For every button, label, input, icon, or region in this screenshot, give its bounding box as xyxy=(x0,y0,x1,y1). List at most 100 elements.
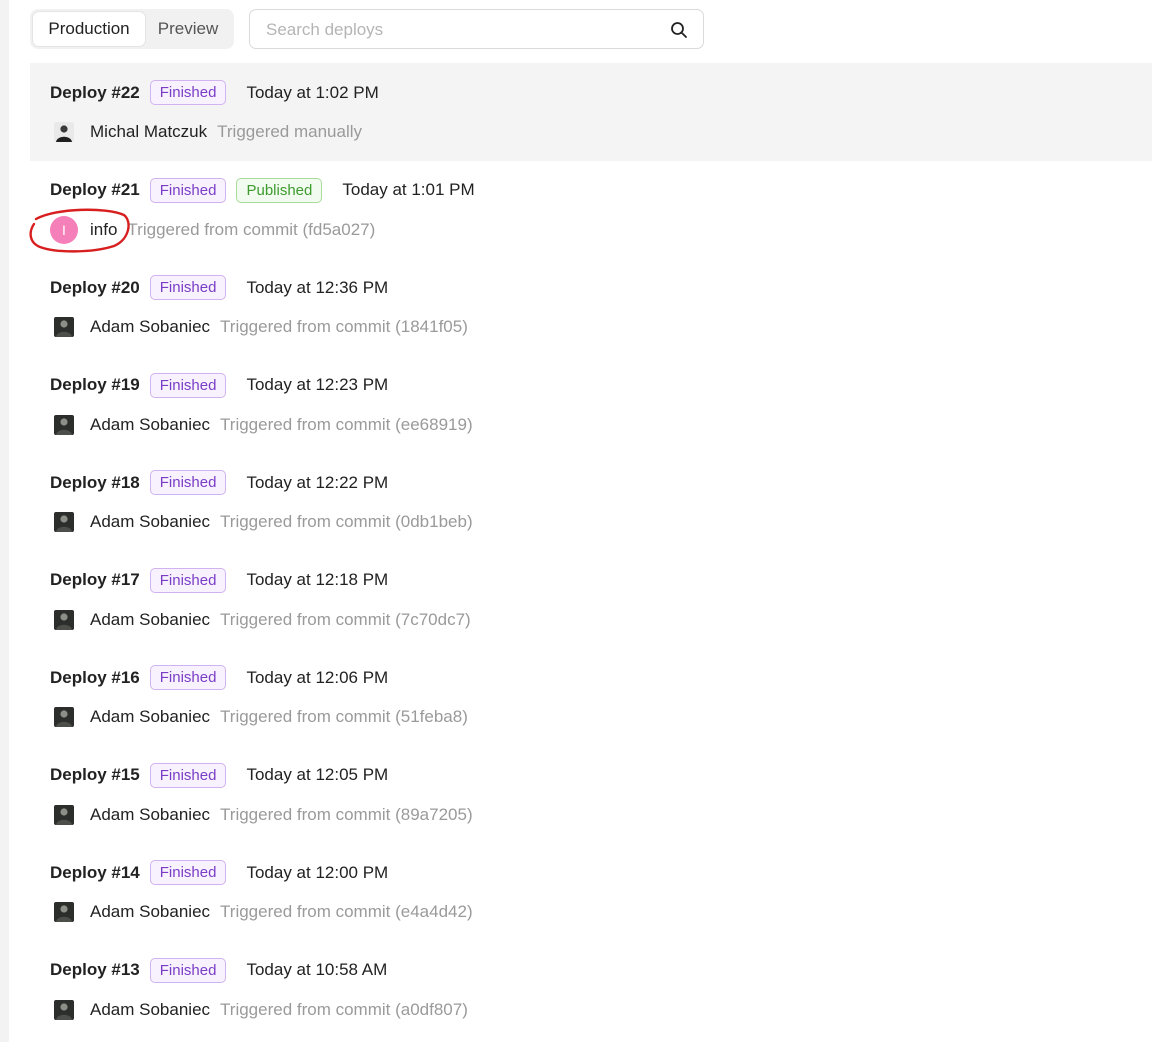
deploy-trigger: Triggered from commit (0db1beb) xyxy=(220,512,473,531)
deploy-row[interactable]: Deploy #14 Finished Today at 12:00 PM Adam … xyxy=(30,843,1152,941)
deploy-meta: Adam Sobaniec Triggered from commit (ee68… xyxy=(50,411,473,439)
deploy-header: Deploy #22 Finished Today at 1:02 PM xyxy=(50,79,379,106)
deploy-title[interactable]: Deploy #14 xyxy=(50,863,140,883)
status-badge-finished: Finished xyxy=(149,860,227,885)
deploy-row[interactable]: Deploy #22 Finished Today at 1:02 PM Michal… xyxy=(30,63,1152,161)
deploy-header: Deploy #15 Finished Today at 12:05 PM xyxy=(50,762,388,789)
deploy-trigger: Triggered from commit (ee68919) xyxy=(220,414,473,434)
deploy-time: Today at 10:58 AM xyxy=(246,960,388,979)
deploy-author: Adam Sobaniec xyxy=(90,999,211,1019)
deploy-row[interactable]: Deploy #19 Finished Today at 12:23 PM Adam … xyxy=(30,356,1152,454)
deploy-meta: Adam Sobaniec Triggered from commit (e4a4… xyxy=(50,898,473,926)
deploy-trigger: Triggered from commit (fd5a027) xyxy=(127,219,376,239)
deploy-time: Today at 12:23 PM xyxy=(246,375,389,394)
deploy-title[interactable]: Deploy #22 xyxy=(50,83,140,103)
search-input[interactable] xyxy=(264,18,658,42)
deploy-author: Adam Sobaniec xyxy=(90,609,211,629)
status-badge-finished: Finished xyxy=(149,80,227,105)
search-icon[interactable] xyxy=(669,20,689,40)
avatar-photo-icon xyxy=(54,317,74,337)
left-gutter xyxy=(0,0,9,1042)
deploy-trigger: Triggered manually xyxy=(217,122,363,141)
avatar-photo-icon xyxy=(54,999,74,1020)
deploy-meta: Iinfo Triggered from commit (fd5a027) xyxy=(50,215,376,244)
status-badge-finished: Finished xyxy=(149,177,227,203)
deploy-title[interactable]: Deploy #21 xyxy=(50,180,140,200)
avatar xyxy=(50,508,78,536)
status-badge-finished: Finished xyxy=(149,665,227,690)
deploy-title[interactable]: Deploy #13 xyxy=(50,960,140,980)
deploy-header: Deploy #13 Finished Today at 10:58 AM xyxy=(50,957,387,984)
deploy-header: Deploy #21 Finished Published Today at 1:01… xyxy=(50,177,475,204)
avatar-photo-icon xyxy=(54,707,74,727)
avatar xyxy=(50,898,78,926)
avatar xyxy=(50,313,78,341)
deploy-header: Deploy #18 Finished Today at 12:22 PM xyxy=(50,469,388,496)
deploy-author: info xyxy=(90,219,118,239)
avatar xyxy=(50,996,78,1024)
deploy-meta: Adam Sobaniec Triggered from commit (0db1… xyxy=(50,508,473,536)
avatar-photo-icon xyxy=(54,609,74,630)
deploy-title[interactable]: Deploy #19 xyxy=(50,375,140,395)
deploy-meta: Michal Matczuk Triggered manually xyxy=(50,118,362,146)
deploy-row[interactable]: Deploy #16 Finished Today at 12:06 PM Adam … xyxy=(30,648,1152,746)
deploy-meta: Adam Sobaniec Triggered from commit (7c70… xyxy=(50,606,471,634)
deploy-row[interactable]: Deploy #17 Finished Today at 12:18 PM Adam … xyxy=(30,551,1152,649)
deploy-title[interactable]: Deploy #16 xyxy=(50,668,140,688)
deploy-header: Deploy #19 Finished Today at 12:23 PM xyxy=(50,372,388,399)
deploy-author: Adam Sobaniec xyxy=(90,902,211,921)
deploy-author: Adam Sobaniec xyxy=(90,804,211,824)
avatar-photo-icon xyxy=(54,512,74,532)
deploy-row[interactable]: Deploy #18 Finished Today at 12:22 PM Adam … xyxy=(30,453,1152,551)
deploy-author: Adam Sobaniec xyxy=(90,512,211,531)
deploy-author: Adam Sobaniec xyxy=(90,317,211,336)
deploy-header: Deploy #14 Finished Today at 12:00 PM xyxy=(50,859,388,886)
deploy-title[interactable]: Deploy #18 xyxy=(50,473,140,493)
tab-preview[interactable]: Preview xyxy=(145,12,231,46)
avatar xyxy=(50,118,78,146)
avatar-photo-icon xyxy=(54,804,74,825)
deploy-time: Today at 12:18 PM xyxy=(246,570,389,589)
avatar xyxy=(50,703,78,731)
deploy-time: Today at 1:01 PM xyxy=(342,180,475,199)
avatar-initial: I xyxy=(50,215,78,244)
deploy-title[interactable]: Deploy #20 xyxy=(50,278,140,298)
status-badge-published: Published xyxy=(236,177,323,203)
deploy-time: Today at 12:36 PM xyxy=(246,277,389,297)
avatar xyxy=(50,411,78,439)
deploy-author: Adam Sobaniec xyxy=(90,414,211,434)
avatar-photo-icon xyxy=(54,902,74,922)
deploy-trigger: Triggered from commit (e4a4d42) xyxy=(220,902,473,921)
deploy-row[interactable]: Deploy #15 Finished Today at 12:05 PM Adam … xyxy=(30,746,1152,844)
avatar xyxy=(50,606,78,634)
avatar xyxy=(50,801,78,829)
avatar-photo-icon xyxy=(54,414,74,435)
deploy-trigger: Triggered from commit (51feba8) xyxy=(220,707,468,726)
status-badge-finished: Finished xyxy=(149,372,227,398)
deploy-meta: Adam Sobaniec Triggered from commit (1841… xyxy=(50,313,468,341)
toolbar: Production Preview xyxy=(30,9,710,49)
deploy-row[interactable]: Deploy #20 Finished Today at 12:36 PM Adam … xyxy=(30,258,1152,356)
deploy-header: Deploy #20 Finished Today at 12:36 PM xyxy=(50,274,388,301)
search-box xyxy=(249,9,704,49)
deploy-row[interactable]: Deploy #13 Finished Today at 10:58 AM Adam … xyxy=(30,941,1152,1039)
deploy-title[interactable]: Deploy #17 xyxy=(50,570,140,590)
tab-production[interactable]: Production xyxy=(33,12,145,46)
environment-tabs: Production Preview xyxy=(30,9,234,49)
deploy-time: Today at 12:22 PM xyxy=(246,472,389,492)
deploy-title[interactable]: Deploy #15 xyxy=(50,765,140,785)
deploy-trigger: Triggered from commit (1841f05) xyxy=(220,317,468,336)
deploy-time: Today at 1:02 PM xyxy=(246,82,379,102)
avatar-photo-icon xyxy=(54,122,74,142)
deploy-header: Deploy #16 Finished Today at 12:06 PM xyxy=(50,664,388,691)
deploy-time: Today at 12:06 PM xyxy=(246,667,389,687)
deploy-row[interactable]: Deploy #21 Finished Published Today at 1:01… xyxy=(30,161,1152,259)
deploy-meta: Adam Sobaniec Triggered from commit (89a7… xyxy=(50,801,473,829)
deploy-author: Michal Matczuk xyxy=(90,122,208,141)
deploy-trigger: Triggered from commit (7c70dc7) xyxy=(220,609,471,629)
status-badge-finished: Finished xyxy=(149,470,227,495)
deploy-time: Today at 12:05 PM xyxy=(246,765,389,784)
deploy-time: Today at 12:00 PM xyxy=(246,862,389,882)
deploy-author: Adam Sobaniec xyxy=(90,707,211,726)
deploy-list: Deploy #22 Finished Today at 1:02 PM Michal… xyxy=(30,63,1152,1038)
